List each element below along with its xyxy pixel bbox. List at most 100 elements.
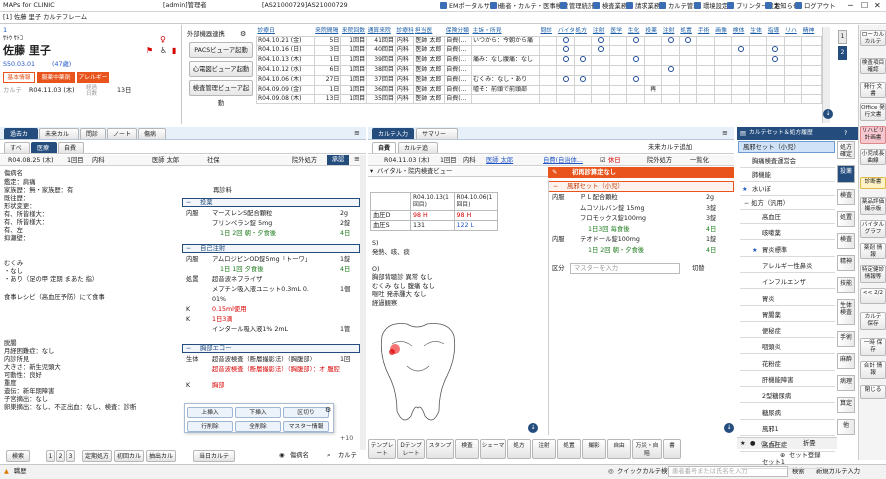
left-tab[interactable]: 過去カルテ	[4, 128, 38, 149]
plus-ten-button[interactable]: +10	[340, 435, 353, 442]
popup-button[interactable]: 区切り	[283, 407, 329, 418]
list-item[interactable]: ★ 水いぼ	[740, 184, 835, 196]
set-search-button[interactable]: 検索	[792, 468, 805, 475]
list-item[interactable]: 高血圧	[740, 212, 835, 224]
order-item-name[interactable]: アムロジピンOD錠5mg「トーワ」	[212, 256, 311, 263]
set-side-tab[interactable]: 処方確定	[837, 141, 855, 159]
ecg-viewer-button[interactable]: 心電図ビューア起動	[189, 61, 253, 77]
order-item-name[interactable]: 超音波検査（断層撮影法）（胸腹部）	[212, 356, 316, 363]
mid-bottom-button[interactable]: スタンプ	[426, 439, 454, 459]
history-header-cell[interactable]: 注射	[661, 27, 680, 37]
top-link[interactable]: 患者・カルテ・医事検索	[490, 2, 568, 10]
set-side-tab[interactable]: 麻酔	[837, 353, 855, 369]
mid-bottom-button[interactable]: 書	[663, 439, 681, 459]
list-item[interactable]: 咳嗽薬	[740, 228, 835, 241]
history-header-cell[interactable]: バイタル	[556, 27, 575, 37]
set-side-tab[interactable]: 算定	[837, 397, 855, 413]
mid-karte-doctor[interactable]: 医師 太郎	[486, 157, 513, 164]
popup-button[interactable]: 行削除	[187, 421, 233, 432]
mid-bottom-button[interactable]: 処置	[557, 439, 581, 459]
rx-name[interactable]: ＰＬ配合顆粒	[580, 194, 618, 201]
left-tab[interactable]: 未来カルテ	[39, 128, 79, 149]
patient-tag[interactable]: アレルギー	[77, 72, 109, 83]
popup-button[interactable]: マスター情報	[283, 421, 329, 432]
list-item[interactable]: 肝機能障害	[740, 375, 835, 387]
disease-link[interactable]: 傷病名	[290, 452, 309, 459]
mid-karte-insurance[interactable]: 自費(自治体...	[543, 157, 583, 164]
rx-name[interactable]: ムコソルバン錠 15mg	[580, 205, 645, 212]
right-nav-button[interactable]: 閉じる	[860, 385, 886, 399]
page-button[interactable]: 2	[56, 450, 65, 462]
set-side-tab[interactable]: 生体検査	[837, 299, 855, 325]
page-tab-2[interactable]: 2	[838, 46, 847, 60]
pin-toggle[interactable]: 切替	[692, 265, 705, 272]
patient-tag[interactable]: 基本情報	[3, 72, 35, 83]
right-nav-button[interactable]: カルテ 保存	[860, 312, 886, 330]
mid-bottom-button[interactable]: 検査	[455, 439, 479, 459]
history-header-cell[interactable]: 処方	[574, 27, 592, 37]
table-row[interactable]: R04.10.13 (木) 1日 1回目 39回目 内科 医師 太郎 自費(... 痛み：なし…	[256, 55, 822, 67]
list-item[interactable]: インフルエンザ	[740, 277, 835, 290]
rx-name[interactable]: 1日 2回 朝・夕食後	[588, 247, 644, 254]
list-item[interactable]: 肺機能	[740, 170, 835, 182]
history-header-cell[interactable]: 担当医	[413, 27, 445, 37]
order-item-name[interactable]: 超音波検査（断層撮影法）（胸腹部）：オ 腹腔内・血管内の対策対応	[212, 366, 340, 373]
list-item[interactable]: 花粉症	[740, 359, 835, 371]
history-header-cell[interactable]: 投薬	[644, 27, 662, 37]
list-item[interactable]: 糖尿病	[740, 408, 835, 420]
popup-button[interactable]: 全削除	[235, 421, 281, 432]
table-row[interactable]: R04.09.09 (金) 1日 1回目 36回目 内科 医師 太郎 自費(... 嘘そ：前頭…	[256, 85, 822, 96]
minimize-icon[interactable]: ─	[848, 1, 853, 10]
order-item-name[interactable]: マーズレンS配合顆粒	[212, 210, 272, 217]
close-icon[interactable]: ✕	[874, 1, 881, 10]
scroll-down-icon[interactable]: ↓	[823, 109, 833, 119]
set-side-tab[interactable]: 検査	[837, 233, 855, 249]
minus-icon[interactable]: −	[186, 199, 191, 207]
future-karte-add[interactable]: 未来カルテ追加	[648, 144, 692, 151]
right-nav-button[interactable]: 薬品評価 撮示板	[860, 197, 886, 215]
mid-bottom-button[interactable]: 万災・自賠	[632, 439, 662, 459]
page-button[interactable]: 3	[66, 450, 75, 462]
table-row[interactable]: R04.10.16 (日) 3日 1回目 40回目 内科 医師 太郎 自費(...	[256, 45, 822, 57]
mid-bottom-button[interactable]: 注射	[532, 439, 556, 459]
history-header-cell[interactable]: 主訴・所見	[471, 27, 540, 37]
right-nav-button[interactable]: 薬剤 情報	[860, 243, 886, 259]
top-link[interactable]: ログアウト	[795, 2, 835, 10]
new-karte-button[interactable]: 新規カルテ入力	[816, 468, 860, 475]
right-nav-button[interactable]: バイタル グラフ	[860, 220, 886, 238]
right-nav-button[interactable]: 一時 保存	[860, 338, 886, 356]
order-item-name[interactable]: 1日 1回 夕食後	[220, 266, 264, 273]
history-header-cell[interactable]: 診療科	[395, 27, 414, 37]
set-side-tab[interactable]: 精神	[837, 255, 855, 271]
mid-bottom-button[interactable]: テンプレート	[368, 439, 396, 459]
right-nav-button[interactable]: 診断書	[860, 177, 886, 189]
set-side-tab[interactable]: 技能	[837, 277, 855, 293]
list-item[interactable]: セット1	[740, 457, 835, 469]
mid-subtab[interactable]: 自費	[372, 142, 396, 153]
search-button[interactable]: 検索	[6, 450, 30, 462]
set-side-tab[interactable]: 他	[837, 419, 855, 435]
mid-bottom-button[interactable]: シェーマ	[480, 439, 506, 459]
right-nav-button[interactable]: 発行 文書	[860, 82, 886, 98]
left-bottom-button[interactable]: 定期処方	[82, 450, 112, 462]
order-item-name[interactable]: 01%	[212, 296, 226, 303]
menu-icon[interactable]: ≡	[722, 129, 728, 137]
order-item-name[interactable]: インタール吸入液1% 2mL	[212, 326, 288, 333]
popup-button[interactable]: 上挿入	[187, 407, 233, 418]
table-row[interactable]: R04.10.12 (水) 6日 1回目 38回目 内科 医師 太郎 自費(...	[256, 65, 822, 77]
rx-scroll-down-icon[interactable]: ↓	[724, 423, 734, 433]
history-header-cell[interactable]: 画像	[714, 27, 732, 37]
order-item-name[interactable]: 1日 2回 朝・夕食後	[220, 230, 276, 237]
history-header-cell[interactable]: 検体	[731, 27, 750, 37]
right-nav-button[interactable]: ローカル カルテ	[860, 30, 886, 46]
left-bottom-button[interactable]: 当日カルテ	[193, 450, 235, 462]
left-subtab[interactable]: 自費	[58, 142, 84, 153]
top-link[interactable]: お知らせ	[765, 2, 799, 10]
left-tab[interactable]: ノート	[107, 128, 137, 139]
rx-name[interactable]: 1日3回 毎食後	[588, 226, 630, 233]
mid-subtab[interactable]: カルテ追加	[398, 142, 438, 163]
list-item[interactable]: 咽頭炎	[740, 342, 835, 355]
history-header-cell[interactable]: 保険分類	[444, 27, 472, 37]
minus-icon[interactable]: −	[186, 245, 191, 253]
table-row[interactable]: R04.09.08 (木) 13日 1回目 35回目 内科 医師 太郎 自費(...	[256, 94, 822, 105]
